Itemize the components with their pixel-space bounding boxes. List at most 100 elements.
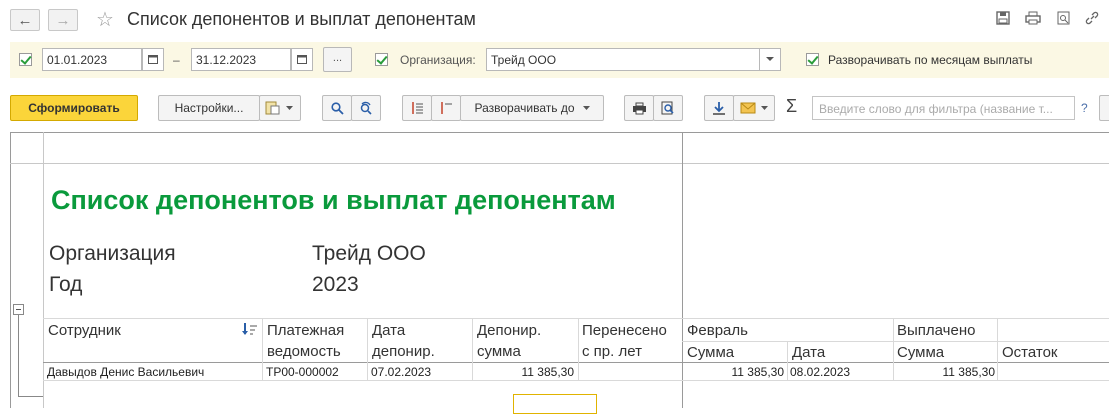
calendar-from-button[interactable] [142,48,164,71]
grid-line-v [43,132,44,408]
report-top-border [10,132,1109,133]
expand-groups-button[interactable] [431,95,461,121]
generate-button[interactable]: Сформировать [10,95,138,121]
cell-employee[interactable]: Давыдов Денис Васильевич [47,365,204,379]
arrow-right-icon: → [55,11,71,29]
expand-to-label: Разворачивать до [474,101,575,115]
col-header-feb-sum[interactable]: Сумма [687,342,734,363]
col-header-statement-2[interactable]: ведомость [267,341,341,362]
preview-button[interactable] [653,95,683,121]
group-bracket-tick [18,396,43,397]
report-org-value: Трейд ООО [312,242,426,265]
window-title: Список депонентов и выплат депонентам [127,9,476,29]
col-header-date-2[interactable]: депонир. [372,341,435,362]
collapse-groups-button[interactable] [402,95,432,121]
group-collapse-toggle[interactable] [13,304,24,315]
date-to-field[interactable]: 31.12.2023 [191,48,291,71]
col-line-6 [893,318,894,380]
organization-label: Организация: [400,53,476,67]
group-bracket-line [18,315,19,397]
report-title: Список депонентов и выплат депонентам [51,185,616,215]
search-doc-icon[interactable] [1056,11,1072,27]
favorite-star-icon[interactable]: ☆ [96,7,114,32]
cell-deposit-date[interactable]: 07.02.2023 [371,365,431,379]
variant-dropdown-button[interactable] [259,95,301,121]
col-line-2 [367,318,368,380]
search-icon [330,101,344,115]
sum-icon[interactable]: Σ [786,96,797,117]
calendar-icon [297,55,307,64]
back-button[interactable]: ← [10,9,40,31]
col-header-february[interactable]: Февраль [687,320,748,341]
find-next-button[interactable] [351,95,381,121]
report-org-label: Организация [49,242,176,265]
settings-button[interactable]: Настройки... [158,95,260,121]
col-header-date-1[interactable]: Дата [372,320,405,341]
arrow-left-icon: ← [17,11,33,29]
period-select-button[interactable]: ... [323,47,352,72]
organization-checkbox[interactable] [375,53,388,66]
calendar-to-button[interactable] [291,48,313,71]
period-checkbox[interactable] [19,53,32,66]
grid-line-v-dark [682,132,683,408]
table-header-top [43,318,1109,319]
date-from-field[interactable]: 01.01.2023 [42,48,142,71]
organization-dropdown-button[interactable] [759,48,781,71]
search-next-icon [360,101,372,115]
expand-to-dropdown[interactable]: Разворачивать до [460,95,604,121]
download-icon [713,102,725,115]
col-line-7 [997,318,998,380]
col-line-4 [578,318,579,380]
save-file-button[interactable] [704,95,734,121]
report-year-value: 2023 [312,273,359,296]
calendar-icon [148,55,158,64]
col-header-employee[interactable]: Сотрудник [48,320,121,341]
col-header-rest[interactable]: Остаток [1002,342,1058,363]
sort-desc-icon[interactable] [241,322,259,339]
sort-expand-icon [441,102,452,114]
chevron-down-icon [286,106,293,110]
print-icon [632,102,646,114]
date-separator: – [173,53,180,67]
report-variant-icon [265,101,280,115]
more-actions-button[interactable] [1099,95,1109,121]
col-header-statement-1[interactable]: Платежная [267,320,344,341]
cell-paid-sum[interactable]: 11 385,30 [895,365,996,379]
print-button[interactable] [624,95,654,121]
col-header-sum-1[interactable]: Депонир. [477,320,541,341]
print-preview-icon [661,101,674,115]
cell-feb-sum[interactable]: 11 385,30 [684,365,785,379]
table-row-bottom [43,380,1109,381]
organization-field[interactable]: Трейд ООО [486,48,760,71]
help-icon[interactable]: ? [1081,101,1088,115]
col-header-sum-2[interactable]: сумма [477,341,521,362]
selected-cell[interactable] [513,394,597,414]
col-line-5 [787,341,788,380]
report-left-border [10,132,11,408]
print-icon[interactable] [1025,11,1041,27]
col-line-3 [472,318,473,380]
expand-by-months-checkbox[interactable] [806,53,819,66]
report-year-label: Год [49,273,83,296]
link-icon[interactable] [1084,11,1100,27]
filter-input[interactable]: Введите слово для фильтра (название т... [812,96,1075,120]
chevron-down-icon [766,57,774,61]
col-header-paid[interactable]: Выплачено [897,320,975,341]
cell-feb-date[interactable]: 08.02.2023 [790,365,850,379]
col-header-carried-2[interactable]: с пр. лет [582,341,642,362]
envelope-icon [740,102,756,114]
send-email-dropdown[interactable] [733,95,775,121]
col-header-carried-1[interactable]: Перенесено [582,320,667,341]
chevron-down-icon [582,106,590,110]
expand-by-months-label: Разворачивать по месяцам выплаты [828,53,1033,67]
sort-collapse-icon [412,102,423,114]
col-line-1 [262,318,263,380]
col-header-paid-sum[interactable]: Сумма [897,342,944,363]
find-button[interactable] [322,95,352,121]
forward-button[interactable]: → [48,9,78,31]
col-header-feb-date[interactable]: Дата [792,342,825,363]
save-icon[interactable] [995,11,1011,27]
cell-statement[interactable]: ТР00-000002 [266,365,339,379]
table-header-bottom [43,362,1109,363]
cell-deposit-sum[interactable]: 11 385,30 [474,365,575,379]
